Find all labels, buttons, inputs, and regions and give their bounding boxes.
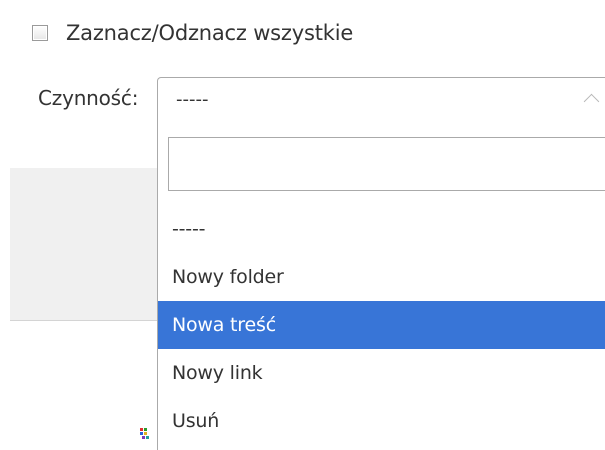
option-new-content[interactable]: Nowa treść	[158, 301, 605, 349]
chevron-up-icon[interactable]	[583, 93, 600, 110]
action-label: Czynność:	[38, 86, 139, 110]
option-delete[interactable]: Usuń	[158, 397, 605, 445]
select-all-checkbox[interactable]	[32, 25, 48, 41]
option-new-link[interactable]: Nowy link	[158, 349, 605, 397]
action-dropdown: ----- Nowy folder Nowa treść Nowy link U…	[157, 125, 605, 450]
background-panel	[10, 168, 160, 321]
color-grid-icon	[140, 428, 150, 440]
dropdown-search-input[interactable]	[168, 137, 605, 191]
option-list: ----- Nowy folder Nowa treść Nowy link U…	[158, 205, 605, 445]
action-select-value: -----	[176, 89, 209, 110]
select-all-row[interactable]: Zaznacz/Odznacz wszystkie	[32, 18, 353, 48]
option-new-folder[interactable]: Nowy folder	[158, 253, 605, 301]
select-all-label[interactable]: Zaznacz/Odznacz wszystkie	[66, 21, 353, 45]
option-empty[interactable]: -----	[158, 205, 605, 253]
action-select[interactable]: -----	[157, 77, 605, 125]
